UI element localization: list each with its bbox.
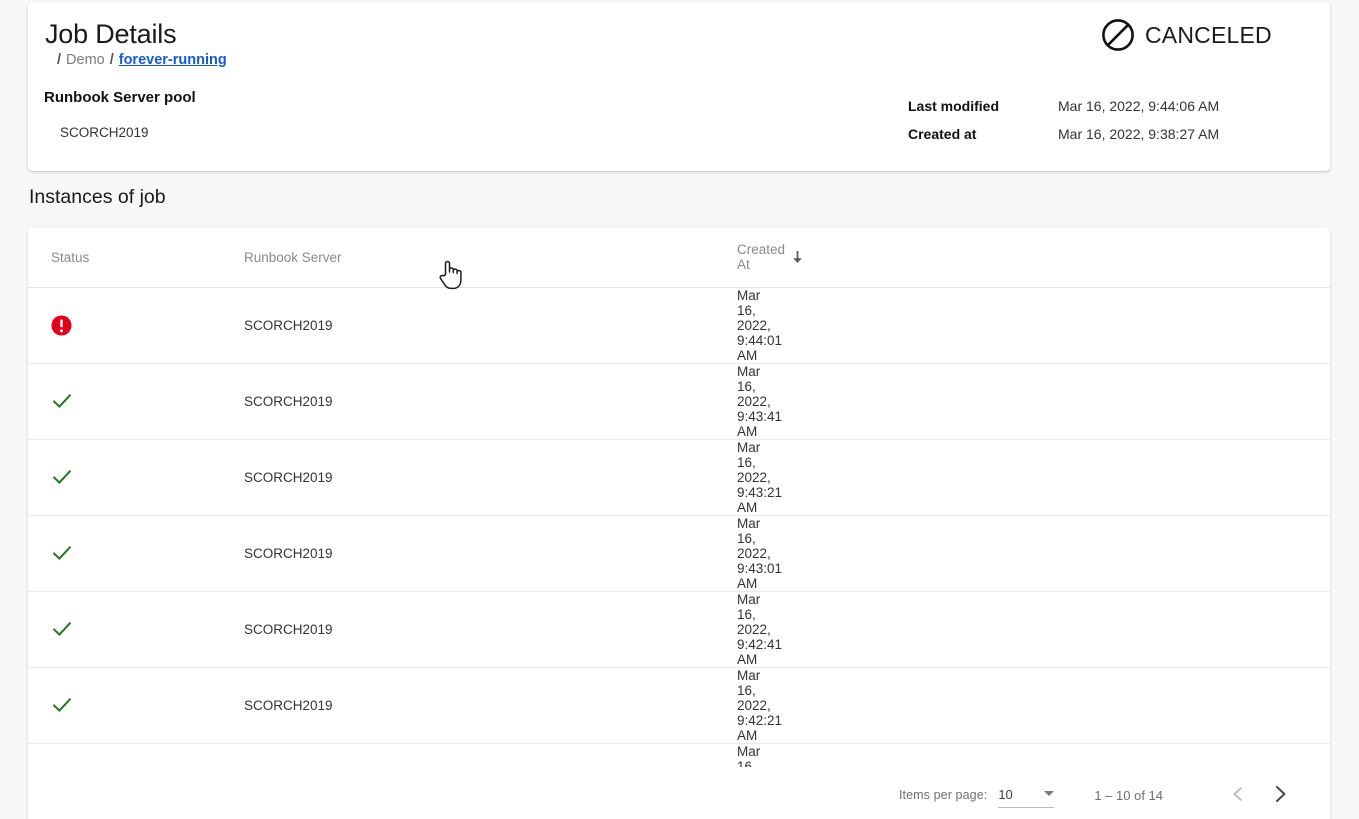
breadcrumb-item-demo[interactable]: Demo [66,52,105,68]
column-header-label: Created At [737,242,785,272]
check-icon [51,694,135,716]
cell-created-at: Mar 16, 2022, 9:43:01 AM [382,515,744,591]
cell-status [28,515,135,591]
items-per-page-value: 10 [998,787,1012,802]
table-row[interactable]: SCORCH2019Mar 16, 2022, 9:44:01 AMMar 16… [28,287,1330,363]
status-badge-label: CANCELED [1145,22,1272,49]
breadcrumb: / Demo / forever-running [52,52,227,68]
column-header-status[interactable]: Status [28,228,135,287]
table-row[interactable]: SCORCH2019Mar 16, 2022, 9:43:21 AMMar 16… [28,439,1330,515]
table-row[interactable]: SCORCH2019Mar 16, 2022, 9:42:41 AMMar 16… [28,591,1330,667]
page-title: Job Details [45,19,176,50]
check-icon [51,618,135,640]
column-header-runbook-server[interactable]: Runbook Server [135,228,382,287]
job-details-page: Job Details / Demo / forever-running Runboo… [0,0,1359,819]
arrow-down-icon [791,250,804,265]
job-meta-list: Last modified Mar 16, 2022, 9:44:06 AM C… [908,92,1308,148]
instances-table: Status Runbook Server Created At [28,228,1330,819]
column-header-label: Runbook Server [244,250,342,265]
runbook-server-pool-value: SCORCH2019 [60,125,149,140]
cell-runbook-server: SCORCH2019 [135,287,382,363]
cell-completed-at: Mar 16, 2022, 9:44:01 AM [744,363,1330,439]
sort-control-created-at[interactable]: Created At [737,242,804,272]
table-row[interactable]: SCORCH2019Mar 16, 2022, 9:43:01 AMMar 16… [28,515,1330,591]
table-header-row: Status Runbook Server Created At [28,228,1330,287]
cell-completed-at: Mar 16, 2022, 9:43:41 AM [744,439,1330,515]
cell-created-at: Mar 16, 2022, 9:42:41 AM [382,591,744,667]
table-row[interactable]: SCORCH2019Mar 16, 2022, 9:43:41 AMMar 16… [28,363,1330,439]
section-heading-instances: Instances of job [29,186,166,209]
chevron-down-icon [1044,791,1054,796]
breadcrumb-item-forever-running[interactable]: forever-running [119,52,227,68]
cell-runbook-server: SCORCH2019 [135,363,382,439]
breadcrumb-separator-2: / [110,52,114,68]
cell-runbook-server: SCORCH2019 [135,667,382,743]
cell-status [28,363,135,439]
meta-key: Created at [908,126,1058,142]
no-entry-icon [1101,18,1135,52]
cell-runbook-server: SCORCH2019 [135,591,382,667]
table-header: Status Runbook Server Created At [28,228,1330,287]
cell-runbook-server: SCORCH2019 [135,439,382,515]
instances-table-card: Status Runbook Server Created At [28,228,1330,819]
job-details-card: Job Details / Demo / forever-running Runboo… [28,2,1330,171]
column-header-completed-at[interactable]: Completed At [744,228,1330,287]
meta-key: Last modified [908,98,1058,114]
meta-value: Mar 16, 2022, 9:44:06 AM [1058,98,1219,114]
items-per-page-select[interactable]: 10 [998,782,1054,808]
cell-status [28,439,135,515]
cell-runbook-server: SCORCH2019 [135,515,382,591]
cell-created-at: Mar 16, 2022, 9:43:21 AM [382,439,744,515]
items-per-page-label: Items per page: [899,788,987,802]
cell-completed-at: Mar 16, 2022, 9:43:21 AM [744,515,1330,591]
check-icon [51,542,135,564]
table-body: SCORCH2019Mar 16, 2022, 9:44:01 AMMar 16… [28,287,1330,819]
meta-row-last-modified: Last modified Mar 16, 2022, 9:44:06 AM [908,92,1308,120]
cell-completed-at: Mar 16, 2022, 9:42:41 AM [744,667,1330,743]
status-badge: CANCELED [1101,18,1272,52]
check-icon [51,390,135,412]
meta-row-created-at: Created at Mar 16, 2022, 9:38:27 AM [908,120,1308,148]
cell-completed-at: Mar 16, 2022, 9:43:01 AM [744,591,1330,667]
page-range-label: 1 – 10 of 14 [1094,788,1163,803]
cell-created-at: Mar 16, 2022, 9:44:01 AM [382,287,744,363]
chevron-left-icon [1229,785,1247,806]
cell-status [28,667,135,743]
chevron-right-icon [1270,784,1290,807]
paginator: Items per page: 10 1 – 10 of 14 [28,767,1330,819]
column-header-label: Status [51,250,89,265]
breadcrumb-separator-1: / [57,52,61,68]
runbook-server-pool-label: Runbook Server pool [44,89,196,106]
cell-created-at: Mar 16, 2022, 9:43:41 AM [382,363,744,439]
previous-page-button[interactable] [1221,778,1255,812]
cell-status [28,591,135,667]
next-page-button[interactable] [1263,778,1297,812]
cell-completed-at: Mar 16, 2022, 9:44:13 AM [744,287,1330,363]
meta-value: Mar 16, 2022, 9:38:27 AM [1058,126,1219,142]
column-header-created-at[interactable]: Created At [382,228,744,287]
cell-status [28,287,135,363]
table-row[interactable]: SCORCH2019Mar 16, 2022, 9:42:21 AMMar 16… [28,667,1330,743]
cell-created-at: Mar 16, 2022, 9:42:21 AM [382,667,744,743]
check-icon [51,466,135,488]
error-circle-icon [51,315,135,336]
